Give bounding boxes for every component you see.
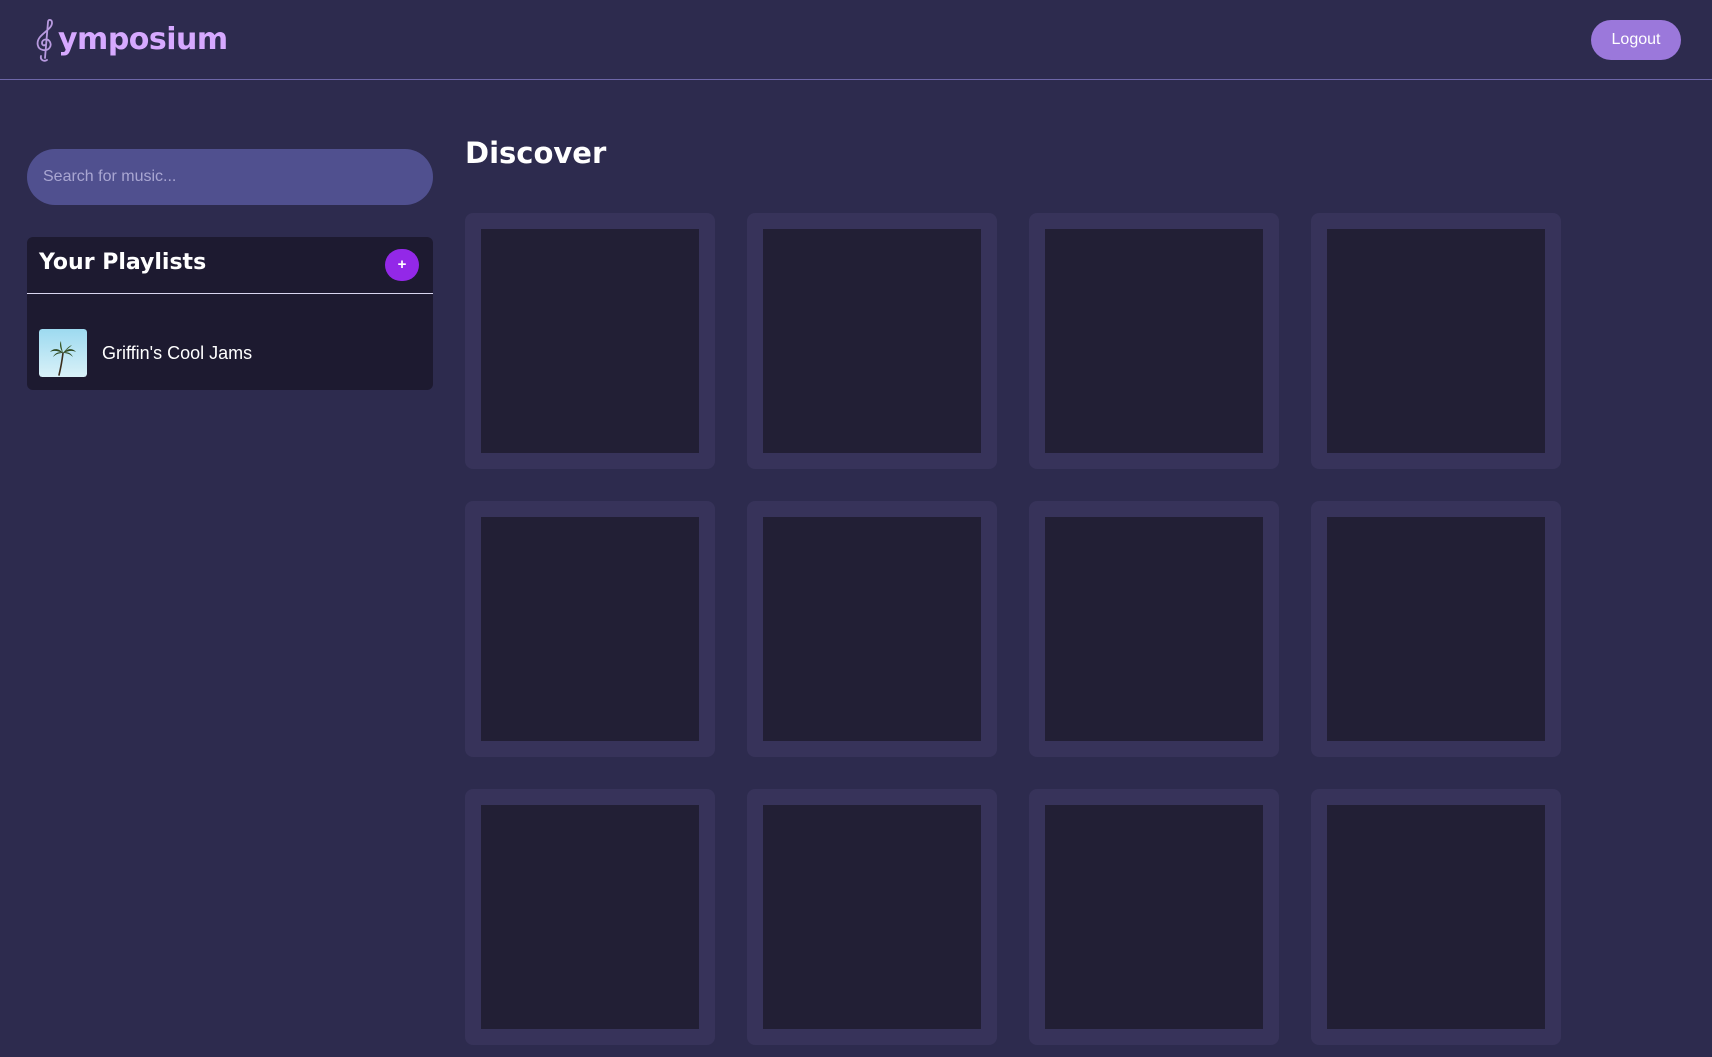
discover-card[interactable]	[1029, 213, 1279, 469]
album-art-placeholder	[1045, 517, 1263, 741]
discover-grid	[465, 213, 1561, 1045]
discover-card[interactable]	[465, 789, 715, 1045]
discover-card[interactable]	[465, 501, 715, 757]
album-art-placeholder	[1327, 229, 1545, 453]
album-art-placeholder	[763, 805, 981, 1029]
playlist-item[interactable]: Griffin's Cool Jams	[39, 329, 252, 377]
album-art-placeholder	[763, 229, 981, 453]
discover-card[interactable]	[1311, 501, 1561, 757]
album-art-placeholder	[481, 517, 699, 741]
add-playlist-button[interactable]: +	[385, 249, 419, 281]
album-art-placeholder	[1045, 229, 1263, 453]
discover-card[interactable]	[465, 213, 715, 469]
discover-card[interactable]	[747, 789, 997, 1045]
album-art-placeholder	[481, 229, 699, 453]
discover-card[interactable]	[1029, 789, 1279, 1045]
playlists-title: Your Playlists	[39, 250, 207, 275]
app-logo[interactable]: ymposium	[30, 16, 228, 64]
discover-card[interactable]	[747, 213, 997, 469]
discover-title: Discover	[465, 136, 607, 170]
palm-tree-icon	[39, 329, 87, 377]
album-art-placeholder	[763, 517, 981, 741]
album-art-placeholder	[1327, 517, 1545, 741]
logout-button[interactable]: Logout	[1591, 20, 1681, 60]
playlist-name: Griffin's Cool Jams	[102, 342, 253, 363]
discover-card[interactable]	[747, 501, 997, 757]
discover-card[interactable]	[1311, 789, 1561, 1045]
app-header: ymposium Logout	[0, 0, 1712, 80]
app-logo-text: ymposium	[58, 22, 228, 57]
album-art-placeholder	[1045, 805, 1263, 1029]
playlists-header: Your Playlists +	[27, 237, 433, 294]
playlists-panel: Your Playlists + Griffin's Cool Jams	[27, 237, 433, 390]
album-art-placeholder	[1327, 805, 1545, 1029]
discover-card[interactable]	[1029, 501, 1279, 757]
search-input[interactable]	[27, 149, 433, 205]
album-art-placeholder	[481, 805, 699, 1029]
treble-clef-icon	[36, 18, 53, 62]
discover-card[interactable]	[1311, 213, 1561, 469]
